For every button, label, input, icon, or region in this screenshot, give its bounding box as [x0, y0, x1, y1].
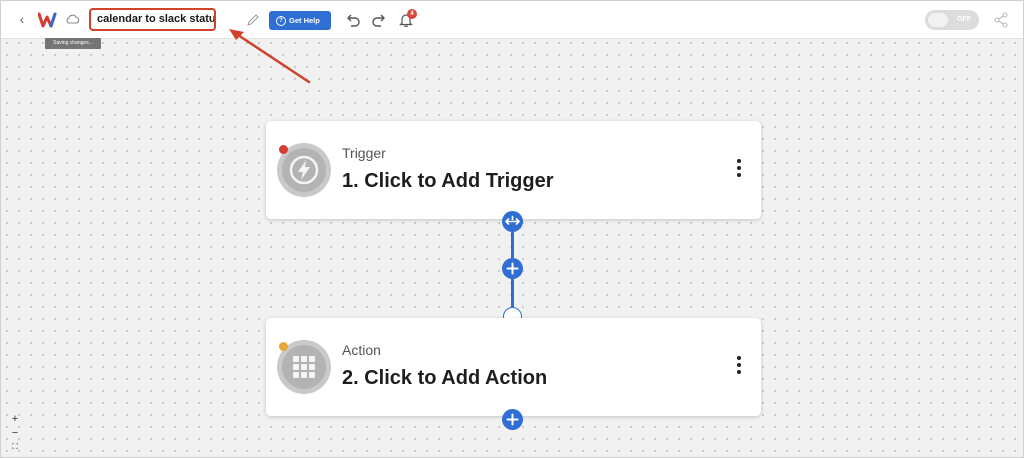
action-status-dot	[279, 342, 288, 351]
get-help-label: Get Help	[289, 16, 320, 25]
expand-icon	[505, 215, 520, 225]
trigger-type-label: Trigger	[342, 145, 386, 161]
lightning-icon	[289, 155, 319, 185]
action-title: 2. Click to Add Action	[342, 367, 548, 389]
app-logo[interactable]	[38, 12, 60, 28]
top-toolbar: ‹ calendar to slack status ? Get Help 4 …	[1, 1, 1023, 39]
expand-node-button[interactable]	[502, 211, 523, 232]
notification-badge: 4	[407, 9, 417, 19]
plus-icon	[506, 262, 519, 275]
trigger-card[interactable]: Trigger 1. Click to Add Trigger	[266, 121, 761, 219]
saving-tooltip: Saving changes...	[45, 38, 101, 49]
zoom-controls: + − ⛶	[7, 412, 23, 454]
plus-icon	[506, 413, 519, 426]
annotation-arrow-icon	[229, 29, 311, 84]
workflow-name-text: calendar to slack status	[97, 13, 216, 25]
connector-line	[511, 279, 514, 307]
undo-icon[interactable]	[345, 13, 361, 27]
connector-line	[511, 232, 514, 258]
apps-grid-icon	[293, 356, 315, 378]
zoom-out-button[interactable]: −	[7, 426, 23, 440]
toggle-knob	[928, 13, 948, 27]
toggle-label: OFF	[957, 16, 971, 23]
trigger-title: 1. Click to Add Trigger	[342, 170, 554, 192]
add-step-button[interactable]	[502, 409, 523, 430]
action-type-label: Action	[342, 342, 381, 358]
help-icon: ?	[276, 15, 286, 26]
action-card[interactable]: Action 2. Click to Add Action	[266, 318, 761, 416]
workflow-editor: ‹ calendar to slack status ? Get Help 4 …	[0, 0, 1024, 458]
back-button[interactable]: ‹	[15, 11, 29, 27]
cloud-icon	[66, 14, 80, 24]
share-icon[interactable]	[994, 12, 1008, 28]
workflow-name-input[interactable]: calendar to slack status	[89, 8, 216, 31]
trigger-menu-icon[interactable]	[735, 159, 743, 181]
add-step-button[interactable]	[502, 258, 523, 279]
zoom-in-button[interactable]: +	[7, 412, 23, 426]
redo-icon[interactable]	[371, 13, 387, 27]
workflow-on-off-toggle[interactable]: OFF	[925, 10, 979, 30]
trigger-status-dot	[279, 145, 288, 154]
action-menu-icon[interactable]	[735, 356, 743, 378]
fit-view-button[interactable]: ⛶	[7, 440, 23, 454]
